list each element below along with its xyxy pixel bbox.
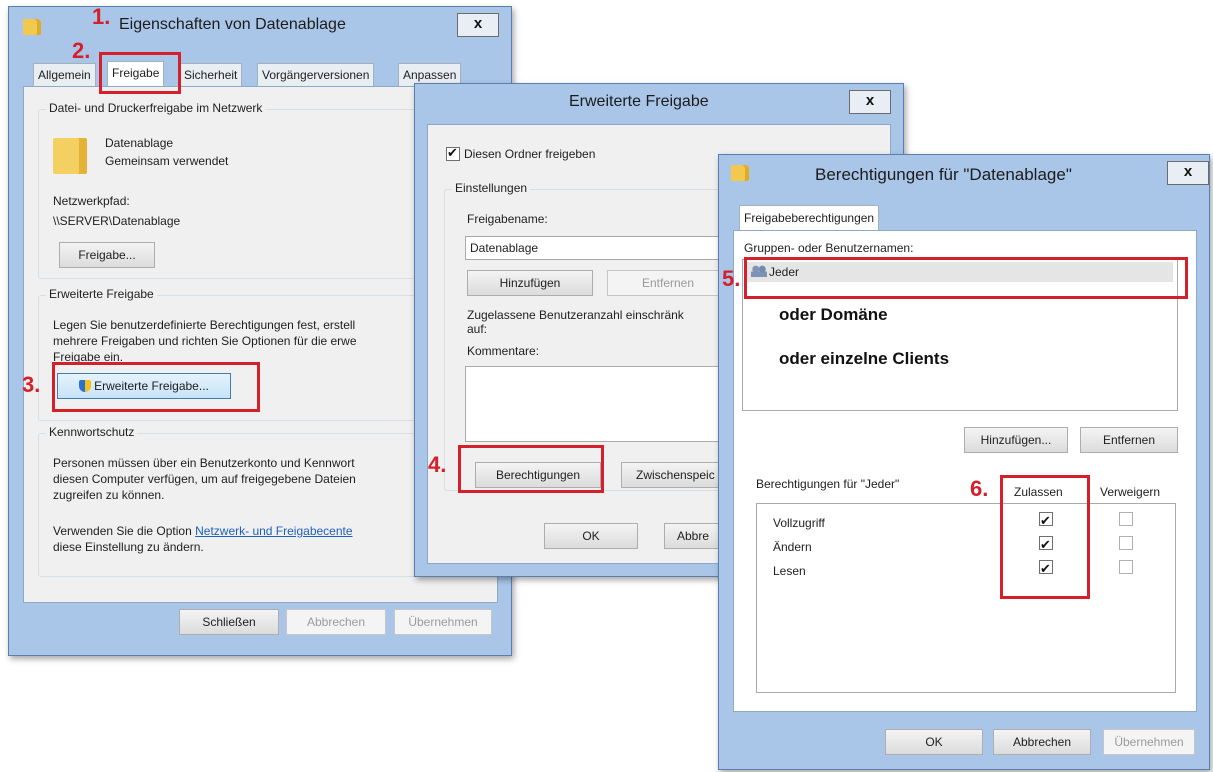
tab-vorgaengerversionen[interactable]: Vorgängerversionen xyxy=(257,63,375,87)
permissions-titlebar[interactable]: Berechtigungen für "Datenablage" x xyxy=(719,155,1209,191)
permissions-title: Berechtigungen für "Datenablage" xyxy=(815,165,1072,184)
advanced-share-text-1: Legen Sie benutzerdefinierte Berechtigun… xyxy=(53,318,356,332)
folder-name: Datenablage xyxy=(105,136,174,150)
tab-sicherheit[interactable]: Sicherheit xyxy=(179,63,243,87)
password-option-text: Verwenden Sie die Option Netzwerk- und F… xyxy=(53,524,353,538)
cancel-button[interactable]: Abbrechen xyxy=(286,609,386,635)
advanced-share-text-2: mehrere Freigaben und richten Sie Option… xyxy=(53,334,357,348)
step-number-6: 6. xyxy=(970,476,989,501)
deny-read-checkbox[interactable] xyxy=(1119,560,1133,574)
highlight-freigabe-tab xyxy=(99,52,181,94)
step-number-4: 4. xyxy=(428,452,447,477)
add-button[interactable]: Hinzufügen... xyxy=(964,427,1068,453)
advanced-share-title: Erweiterte Freigabe xyxy=(569,93,709,110)
close-icon[interactable]: x xyxy=(1167,161,1209,185)
highlight-allow-column xyxy=(1000,475,1090,599)
highlight-advanced-share-button xyxy=(52,362,260,412)
deny-change-checkbox[interactable] xyxy=(1119,536,1133,550)
network-share-group-label: Datei- und Druckerfreigabe im Netzwerk xyxy=(46,101,266,115)
groups-label: Gruppen- oder Benutzernamen: xyxy=(744,241,914,255)
deny-column-header: Verweigern xyxy=(1100,485,1161,499)
note-clients: oder einzelne Clients xyxy=(779,349,950,368)
password-option-text-2: diese Einstellung zu ändern. xyxy=(53,540,204,554)
advanced-share-titlebar[interactable]: Erweiterte Freigabe x xyxy=(415,84,903,120)
comments-label: Kommentare: xyxy=(467,344,540,358)
network-path-value: \\SERVER\Datenablage xyxy=(53,214,181,228)
perm-row-name: Vollzugriff xyxy=(773,516,825,530)
perm-row-name: Ändern xyxy=(773,540,812,554)
perm-row-name: Lesen xyxy=(773,564,806,578)
permissions-table: Vollzugriff Ändern Lesen xyxy=(756,503,1176,693)
apply-button[interactable]: Übernehmen xyxy=(1103,729,1195,755)
share-name-label: Freigabename: xyxy=(467,212,548,226)
user-limit-label-1: Zugelassene Benutzeranzahl einschränk xyxy=(467,308,684,322)
folder-icon xyxy=(23,19,41,35)
step-number-5: 5. xyxy=(722,266,741,291)
step-number-3: 3. xyxy=(22,372,41,397)
folder-icon xyxy=(731,165,749,181)
password-text-3: zugreifen zu können. xyxy=(53,488,165,502)
password-option-prefix: Verwenden Sie die Option xyxy=(53,524,196,538)
network-center-link[interactable]: Netzwerk- und Freigabecente xyxy=(195,524,352,538)
folder-status: Gemeinsam verwendet xyxy=(105,154,229,168)
remove-button[interactable]: Entfernen xyxy=(607,270,729,296)
apply-button[interactable]: Übernehmen xyxy=(394,609,492,635)
ok-button[interactable]: OK xyxy=(544,523,638,549)
share-folder-label: Diesen Ordner freigeben xyxy=(464,147,596,161)
step-number-2: 2. xyxy=(72,38,91,63)
close-icon[interactable]: x xyxy=(457,13,499,37)
share-button[interactable]: Freigabe... xyxy=(59,242,155,268)
advanced-share-group-label: Erweiterte Freigabe xyxy=(46,287,157,301)
comments-textarea[interactable] xyxy=(465,366,731,442)
user-limit-label-2: auf: xyxy=(467,322,488,336)
permissions-body: Gruppen- oder Benutzernamen: Jeder oder … xyxy=(733,230,1197,712)
settings-group-label: Einstellungen xyxy=(452,181,531,195)
password-text-2: diesen Computer verfügen, um auf freigeg… xyxy=(53,472,356,486)
folder-icon xyxy=(53,138,87,174)
tab-allgemein[interactable]: Allgemein xyxy=(33,63,96,87)
password-protection-group-label: Kennwortschutz xyxy=(46,425,138,439)
step-number-1: 1. xyxy=(92,4,111,29)
add-button[interactable]: Hinzufügen xyxy=(467,270,593,296)
password-text-1: Personen müssen über ein Benutzerkonto u… xyxy=(53,456,355,470)
properties-title: Eigenschaften von Datenablage xyxy=(119,16,346,33)
close-icon[interactable]: x xyxy=(849,90,891,114)
cancel-button[interactable]: Abbrechen xyxy=(993,729,1091,755)
share-folder-checkbox[interactable] xyxy=(446,145,460,161)
note-domain: oder Domäne xyxy=(779,305,888,324)
tab-share-permissions[interactable]: Freigabeberechtigungen xyxy=(739,205,880,231)
highlight-jeder-entry xyxy=(744,257,1188,299)
deny-full-checkbox[interactable] xyxy=(1119,512,1133,526)
permissions-dialog: Berechtigungen für "Datenablage" x Freig… xyxy=(718,154,1210,770)
close-button[interactable]: Schließen xyxy=(179,609,279,635)
network-path-label: Netzwerkpfad: xyxy=(53,194,130,208)
permissions-for-label: Berechtigungen für "Jeder" xyxy=(756,477,900,491)
highlight-permissions-button xyxy=(458,445,604,493)
remove-button[interactable]: Entfernen xyxy=(1080,427,1178,453)
ok-button[interactable]: OK xyxy=(885,729,983,755)
share-name-input[interactable]: Datenablage xyxy=(465,236,731,260)
